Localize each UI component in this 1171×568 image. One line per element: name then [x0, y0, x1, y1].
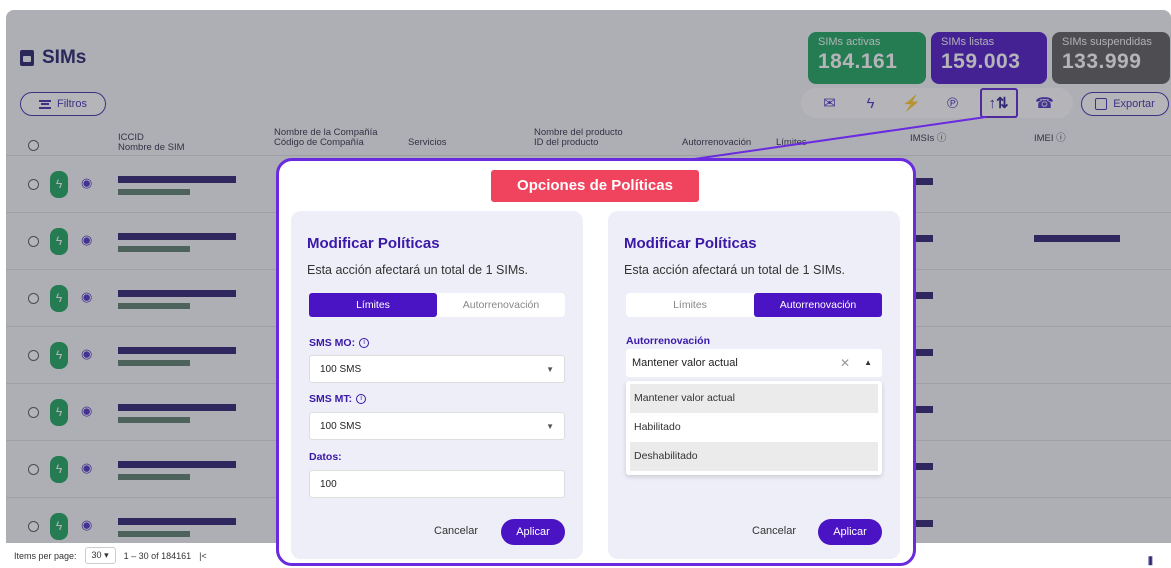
tab-autorenew[interactable]: Autorrenovación [754, 293, 882, 317]
sms-mo-select[interactable]: 100 SMS ▼ [309, 355, 565, 383]
apply-button[interactable]: Aplicar [501, 519, 565, 545]
sms-mt-value: 100 SMS [320, 421, 362, 432]
autorenew-label: Autorrenovación [626, 335, 711, 347]
sms-mt-label-text: SMS MT: [309, 393, 353, 405]
dropdown-option[interactable]: Deshabilitado [630, 442, 878, 471]
policy-panel-autorenew: Modificar Políticas Esta acción afectará… [608, 211, 900, 559]
tab-autorenew[interactable]: Autorrenovación [437, 293, 565, 317]
chevron-down-icon: ▼ [546, 365, 554, 374]
policy-panel-limits: Modificar Políticas Esta acción afectará… [291, 211, 583, 559]
data-input[interactable]: 100 [309, 470, 565, 498]
panel-subtitle: Esta acción afectará un total de 1 SIMs. [624, 263, 845, 277]
chevron-up-icon[interactable]: ▲ [864, 349, 872, 377]
clear-icon[interactable]: ✕ [840, 349, 850, 377]
sms-mt-select[interactable]: 100 SMS ▼ [309, 412, 565, 440]
panel-subtitle: Esta acción afectará un total de 1 SIMs. [307, 263, 528, 277]
panel-title: Modificar Políticas [307, 235, 440, 252]
autorenew-value: Mantener valor actual [632, 357, 738, 369]
cancel-button[interactable]: Cancelar [752, 525, 796, 537]
data-label: Datos: [309, 451, 342, 463]
tab-limits[interactable]: Límites [626, 293, 754, 317]
autorenew-dropdown: Mantener valor actual Habilitado Deshabi… [626, 381, 882, 475]
autorenew-select[interactable]: Mantener valor actual ✕ ▲ [626, 349, 882, 377]
items-per-page-label: Items per page: [14, 550, 77, 561]
items-per-page-select[interactable]: 30 ▾ [84, 547, 116, 564]
dropdown-option[interactable]: Mantener valor actual [630, 384, 878, 413]
page-range: 1 – 30 of 184161 [123, 550, 192, 561]
policy-tabs: Límites Autorrenovación [309, 293, 565, 317]
column-settings-icon[interactable]: ⦀ [1148, 556, 1158, 568]
policy-options-modal: Opciones de Políticas Modificar Política… [276, 158, 916, 566]
tab-limits[interactable]: Límites [309, 293, 437, 317]
info-icon[interactable]: i [359, 338, 370, 348]
sms-mo-value: 100 SMS [320, 364, 362, 375]
sms-mo-label-text: SMS MO: [309, 337, 356, 349]
sms-mt-label: SMS MT: i [309, 393, 367, 405]
chevron-down-icon: ▼ [546, 422, 554, 431]
info-icon[interactable]: i [356, 394, 367, 404]
dropdown-option[interactable]: Habilitado [630, 413, 878, 442]
cancel-button[interactable]: Cancelar [434, 525, 478, 537]
policy-tabs: Límites Autorrenovación [626, 293, 882, 317]
first-page-icon[interactable]: |< [199, 551, 207, 561]
modal-title: Opciones de Políticas [491, 170, 699, 202]
apply-button[interactable]: Aplicar [818, 519, 882, 545]
items-per-page-value: 30 [91, 550, 102, 560]
panel-title: Modificar Políticas [624, 235, 757, 252]
sms-mo-label: SMS MO: i [309, 337, 370, 349]
